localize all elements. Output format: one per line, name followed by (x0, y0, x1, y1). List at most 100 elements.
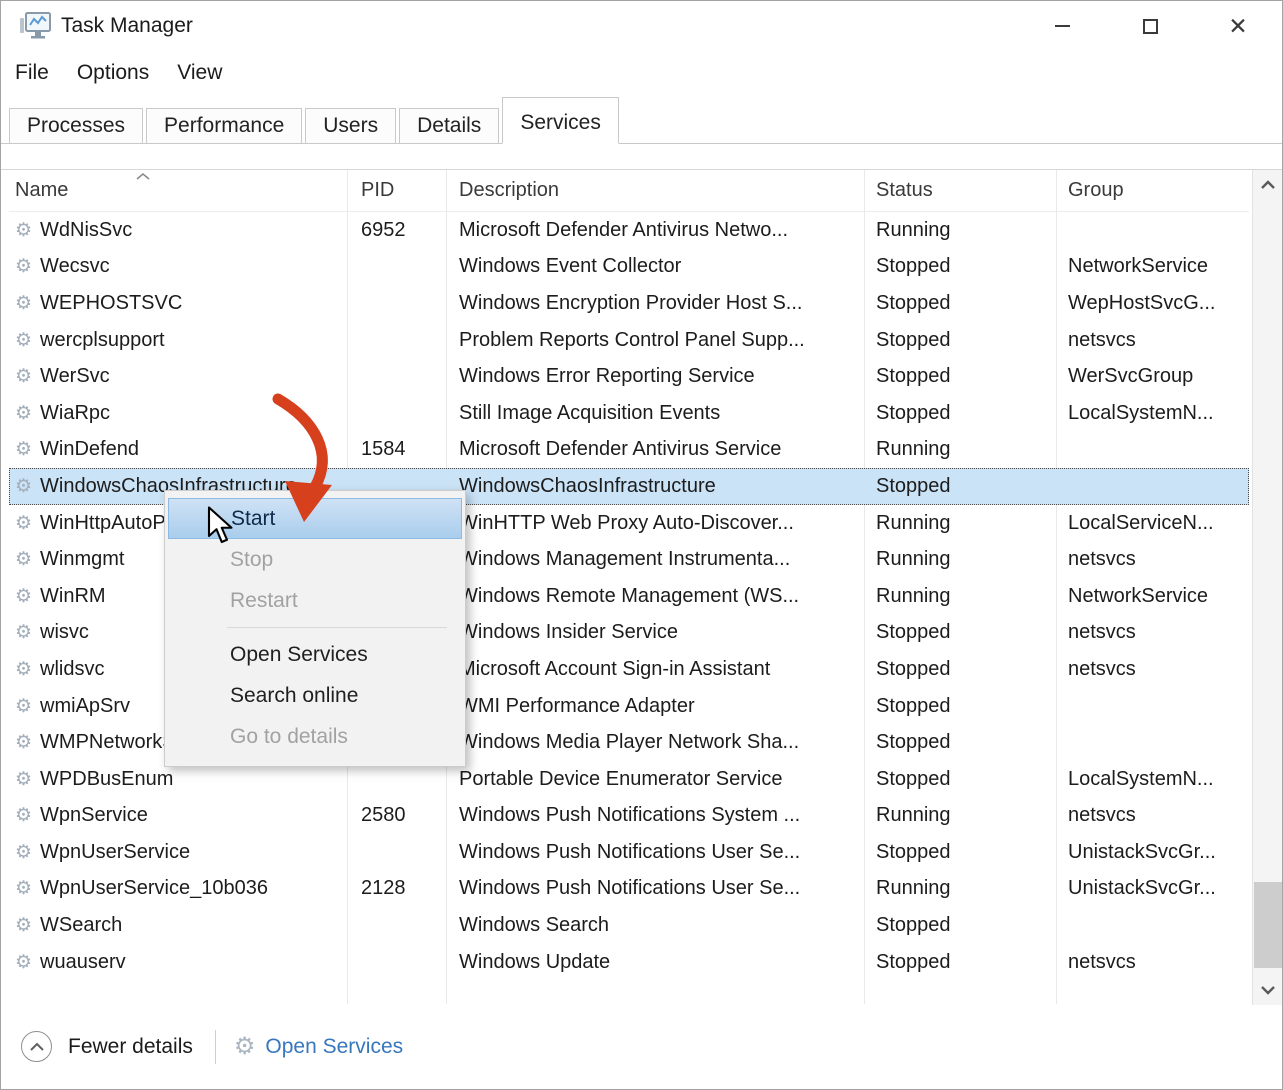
tab-processes[interactable]: Processes (9, 108, 143, 143)
service-name: wercplsupport (40, 329, 165, 352)
vertical-scrollbar[interactable] (1252, 170, 1283, 1005)
context-menu-item-search-online[interactable]: Search online (168, 675, 462, 716)
column-header-pid[interactable]: PID (347, 179, 446, 202)
context-menu-item-restart: Restart (168, 580, 462, 621)
service-name: wisvc (40, 621, 89, 644)
service-gear-icon: ⚙ (15, 660, 32, 679)
minimize-button[interactable] (1018, 1, 1106, 51)
table-row[interactable]: ⚙WerSvcWindows Error Reporting ServiceSt… (9, 358, 1249, 395)
sort-ascending-icon (135, 172, 151, 181)
table-row[interactable]: ⚙WpnUserServiceWindows Push Notification… (9, 834, 1249, 871)
service-group: netsvcs (1056, 658, 1247, 681)
service-description: Microsoft Defender Antivirus Netwo... (446, 219, 864, 242)
table-row[interactable]: ⚙WSearchWindows SearchStopped (9, 907, 1249, 944)
service-name: WinDefend (40, 438, 139, 461)
service-description: Portable Device Enumerator Service (446, 768, 864, 791)
service-name: Wecsvc (40, 255, 110, 278)
service-gear-icon: ⚙ (15, 770, 32, 789)
table-row[interactable]: ⚙WEPHOSTSVCWindows Encryption Provider H… (9, 285, 1249, 322)
fewer-details-button[interactable] (21, 1031, 52, 1062)
service-description: WinHTTP Web Proxy Auto-Discover... (446, 512, 864, 535)
scroll-down-button[interactable] (1253, 975, 1283, 1005)
service-name-cell: ⚙wuauserv (9, 951, 347, 974)
footer-bar: Fewer details ⚙ Open Services (1, 1004, 1282, 1089)
tab-performance[interactable]: Performance (146, 108, 302, 143)
table-row[interactable]: ⚙WpnUserService_10b0362128Windows Push N… (9, 871, 1249, 908)
service-name: WEPHOSTSVC (40, 292, 182, 315)
window-title: Task Manager (61, 14, 193, 38)
service-status: Stopped (864, 695, 1056, 718)
service-gear-icon: ⚙ (15, 806, 32, 825)
maximize-button[interactable] (1106, 1, 1194, 51)
context-menu-item-stop: Stop (168, 539, 462, 580)
table-row[interactable]: ⚙ wercplsupport Problem Reports Control Pa… (9, 322, 1249, 359)
service-name-cell: ⚙WdNisSvc (9, 219, 347, 242)
service-gear-icon: ⚙ (15, 331, 32, 350)
tab-services[interactable]: Services (502, 97, 619, 144)
service-name: WdNisSvc (40, 219, 132, 242)
service-status: Running (864, 804, 1056, 827)
service-group: UnistackSvcGr... (1056, 877, 1247, 900)
service-group: netsvcs (1056, 329, 1247, 352)
menu-item-view[interactable]: View (177, 61, 222, 85)
table-row[interactable]: ⚙wuauservWindows UpdateStoppednetsvcs (9, 944, 1249, 981)
table-row[interactable]: ⚙WdNisSvc6952Microsoft Defender Antiviru… (9, 212, 1249, 249)
tab-details[interactable]: Details (399, 108, 499, 143)
service-status: Stopped (864, 951, 1056, 974)
table-row[interactable]: ⚙ WpnService 2580Windows Push Notification… (9, 798, 1249, 835)
scrollbar-thumb[interactable] (1254, 882, 1282, 968)
task-manager-window: Task Manager ✕ File Options View Processes… (0, 0, 1283, 1090)
service-description: Windows Update (446, 951, 864, 974)
service-status: Stopped (864, 621, 1056, 644)
service-description: Problem Reports Control Panel Supp... (446, 329, 864, 352)
service-group: NetworkService (1056, 255, 1247, 278)
menu-bar: File Options View (1, 51, 222, 95)
service-gear-icon: ⚙ (15, 587, 32, 606)
service-description: Windows Insider Service (446, 621, 864, 644)
service-name: WpnUserService_10b036 (40, 877, 268, 900)
service-gear-icon: ⚙ (15, 257, 32, 276)
table-row[interactable]: ⚙WinDefend1584Microsoft Defender Antivir… (9, 432, 1249, 469)
service-name-cell: ⚙WSearch (9, 914, 347, 937)
title-bar: Task Manager ✕ (1, 1, 1282, 51)
close-button[interactable]: ✕ (1194, 1, 1282, 51)
tab-users[interactable]: Users (305, 108, 396, 143)
service-description: Windows Event Collector (446, 255, 864, 278)
service-group: netsvcs (1056, 804, 1247, 827)
service-status: Running (864, 548, 1056, 571)
service-name-cell: ⚙ wercplsupport (9, 329, 347, 352)
service-name-cell: ⚙WpnUserService_10b036 (9, 877, 347, 900)
service-status: Running (864, 512, 1056, 535)
column-header-description[interactable]: Description (446, 179, 864, 202)
service-description: Windows Encryption Provider Host S... (446, 292, 864, 315)
open-services-link[interactable]: Open Services (265, 1035, 403, 1059)
service-status: Stopped (864, 402, 1056, 425)
fewer-details-label[interactable]: Fewer details (68, 1035, 193, 1059)
column-header-name[interactable]: Name (9, 179, 347, 202)
service-description: WMI Performance Adapter (446, 695, 864, 718)
menu-item-options[interactable]: Options (77, 61, 149, 85)
menu-item-file[interactable]: File (15, 61, 49, 85)
service-name: WpnService (40, 804, 148, 827)
service-name: WSearch (40, 914, 122, 937)
service-name: WPDBusEnum (40, 768, 173, 791)
service-name: Winmgmt (40, 548, 124, 571)
column-header-status[interactable]: Status (864, 179, 1056, 202)
context-menu: StartStopRestart Open ServicesSearch onli… (164, 490, 466, 767)
service-status: Stopped (864, 841, 1056, 864)
context-menu-item-start[interactable]: Start (168, 498, 462, 539)
table-row[interactable]: ⚙WiaRpcStill Image Acquisition EventsSto… (9, 395, 1249, 432)
service-gear-icon: ⚙ (15, 404, 32, 423)
service-gear-icon: ⚙ (15, 440, 32, 459)
service-pid: 2580 (347, 804, 446, 827)
context-menu-item-open-services[interactable]: Open Services (168, 634, 462, 675)
service-name: wlidsvc (40, 658, 104, 681)
service-description: Windows Search (446, 914, 864, 937)
column-header-group[interactable]: Group (1056, 179, 1247, 202)
table-row[interactable]: ⚙WecsvcWindows Event CollectorStoppedNet… (9, 249, 1249, 286)
service-gear-icon: ⚙ (15, 697, 32, 716)
service-name: WerSvc (40, 365, 110, 388)
service-description: Windows Push Notifications System ... (446, 804, 864, 827)
scroll-up-button[interactable] (1253, 170, 1283, 200)
service-name-cell: ⚙ WPDBusEnum (9, 768, 347, 791)
